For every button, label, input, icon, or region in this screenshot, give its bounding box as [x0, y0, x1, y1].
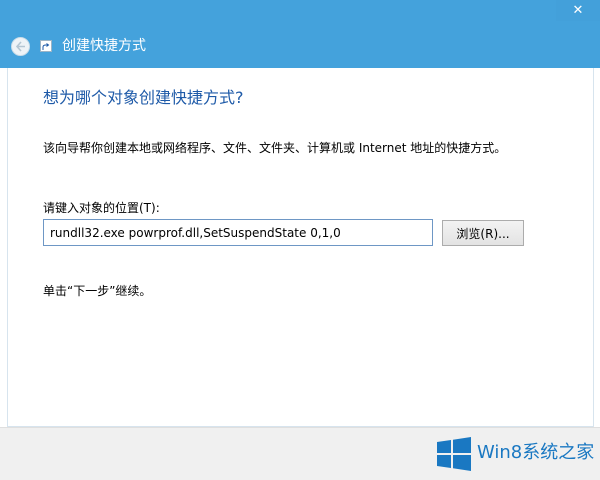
next-hint-text: 单击“下一步”继续。 — [43, 284, 152, 298]
wizard-content-panel — [7, 68, 594, 427]
wizard-description: 该向导帮你创建本地或网络程序、文件、文件夹、计算机或 Internet 地址的快… — [43, 141, 507, 155]
windows-logo-icon — [437, 437, 471, 471]
wizard-heading: 想为哪个对象创建快捷方式? — [43, 88, 244, 107]
close-icon: ✕ — [572, 3, 584, 18]
title-bar — [0, 0, 600, 68]
shortcut-app-icon — [40, 40, 52, 52]
back-arrow-icon — [15, 41, 25, 52]
browse-button[interactable]: 浏览(R)... — [442, 220, 524, 246]
watermark-text: Win8系统之家 — [477, 442, 595, 463]
back-button[interactable] — [11, 37, 30, 56]
window-title: 创建快捷方式 — [62, 38, 146, 54]
watermark: Win8系统之家 — [437, 433, 597, 473]
location-label: 请键入对象的位置(T): — [43, 201, 160, 215]
location-input[interactable] — [43, 219, 433, 246]
close-button[interactable]: ✕ — [556, 0, 600, 21]
